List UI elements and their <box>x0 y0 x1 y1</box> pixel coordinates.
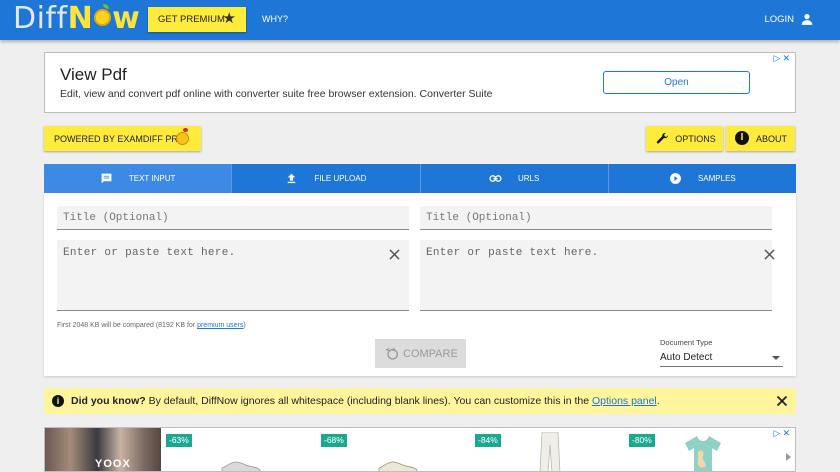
tip-body: By default, DiffNow ignores all whitespa… <box>145 395 592 407</box>
document-type-select[interactable]: Auto Detect <box>660 349 783 367</box>
why-link[interactable]: WHY? <box>262 14 288 24</box>
carousel-next-icon[interactable] <box>786 453 791 461</box>
text-input-panel: First 2048 KB will be compared (8192 KB … <box>44 193 796 376</box>
clear-left-icon[interactable] <box>389 249 400 260</box>
tab-label: FILE UPLOAD <box>314 174 367 183</box>
compare-icon <box>385 347 398 360</box>
shopping-ad-banner[interactable]: YOOX -63% -68% -84% -80% ▷✕ <box>44 427 796 472</box>
star-icon: ★ <box>222 10 236 27</box>
get-premium-button[interactable]: GET PREMIUM ★ <box>148 7 246 32</box>
logo-n: N <box>67 1 94 36</box>
message-icon <box>101 173 112 184</box>
tab-urls[interactable]: URLS <box>419 164 608 193</box>
ad-title[interactable]: View Pdf <box>60 65 127 85</box>
clear-right-icon[interactable] <box>764 249 775 260</box>
diffnow-logo[interactable]: DiffN w <box>13 2 140 36</box>
ad-choices-icon[interactable]: ▷✕ <box>774 428 792 439</box>
ad-brand: YOOX <box>95 458 131 470</box>
ad-open-button[interactable]: Open <box>603 71 750 94</box>
ad-choices-icon[interactable]: ▷✕ <box>774 53 792 64</box>
top-bar: DiffN w GET PREMIUM ★ WHY? LOGIN <box>0 0 840 40</box>
document-type-value: Auto Detect <box>660 352 713 363</box>
compare-label: COMPARE <box>403 347 458 360</box>
note-suffix: ) <box>243 322 246 329</box>
right-title-input[interactable] <box>420 206 772 230</box>
tip-bar: i Did you know? By default, DiffNow igno… <box>44 388 796 414</box>
powered-by-label: POWERED BY EXAMDIFF PRO <box>54 133 185 144</box>
compare-button[interactable]: COMPARE <box>375 339 466 368</box>
discount-badge: -63% <box>166 434 192 447</box>
tip-text: Did you know? By default, DiffNow ignore… <box>71 395 660 407</box>
options-label: OPTIONS <box>675 133 716 144</box>
tshirt-product[interactable] <box>685 436 721 472</box>
left-title-input[interactable] <box>57 206 409 230</box>
tab-label: TEXT INPUT <box>128 174 176 183</box>
discount-badge: -80% <box>629 434 655 447</box>
tab-label: URLS <box>517 174 540 183</box>
tab-samples[interactable]: SAMPLES <box>607 164 796 193</box>
document-type-label: Document Type <box>660 338 713 347</box>
left-text-area[interactable] <box>57 240 409 311</box>
person-icon[interactable] <box>800 12 814 26</box>
ad-banner[interactable]: View Pdf Edit, view and convert pdf onli… <box>44 52 796 113</box>
wrench-icon <box>656 132 669 144</box>
sneaker-product[interactable] <box>377 458 419 472</box>
link-icon <box>489 175 502 182</box>
tab-file-upload[interactable]: FILE UPLOAD <box>231 164 419 193</box>
upload-icon <box>288 173 296 184</box>
powered-by-examdiff-button[interactable]: POWERED BY EXAMDIFF PRO <box>44 126 201 151</box>
lemon-logo-icon <box>94 4 112 26</box>
lemon-icon <box>176 128 189 145</box>
tab-text-input[interactable]: TEXT INPUT <box>44 164 232 193</box>
tab-label: SAMPLES <box>697 174 736 183</box>
right-text-area[interactable] <box>420 240 772 311</box>
premium-users-link[interactable]: premium users <box>197 322 243 329</box>
logo-w: w <box>112 1 141 36</box>
note-prefix: First 2048 KB will be compared (8192 KB … <box>57 322 198 329</box>
caret-down-icon <box>772 356 780 360</box>
sneaker-product[interactable] <box>220 458 262 472</box>
options-panel-link[interactable]: Options panel <box>592 395 657 407</box>
get-premium-label: GET PREMIUM <box>158 14 225 25</box>
input-tabs: TEXT INPUT FILE UPLOAD URLS SAMPLES <box>44 164 796 193</box>
discount-badge: -84% <box>475 434 501 447</box>
tip-end: . <box>656 395 660 407</box>
tip-lead: Did you know? <box>71 395 146 407</box>
close-icon[interactable] <box>776 395 788 407</box>
size-limit-note: First 2048 KB will be compared (8192 KB … <box>57 322 246 329</box>
login-link[interactable]: LOGIN <box>764 14 794 25</box>
about-label: ABOUT <box>755 133 787 144</box>
ad-description: Edit, view and convert pdf online with c… <box>60 88 493 100</box>
discount-badge: -68% <box>321 434 347 447</box>
logo-diff: Diff <box>13 1 68 36</box>
info-icon: i <box>735 131 749 145</box>
trousers-product[interactable] <box>538 432 562 472</box>
info-icon: i <box>52 395 64 407</box>
play-icon <box>670 173 681 184</box>
options-button[interactable]: OPTIONS <box>646 126 723 151</box>
about-button[interactable]: i ABOUT <box>726 126 795 151</box>
